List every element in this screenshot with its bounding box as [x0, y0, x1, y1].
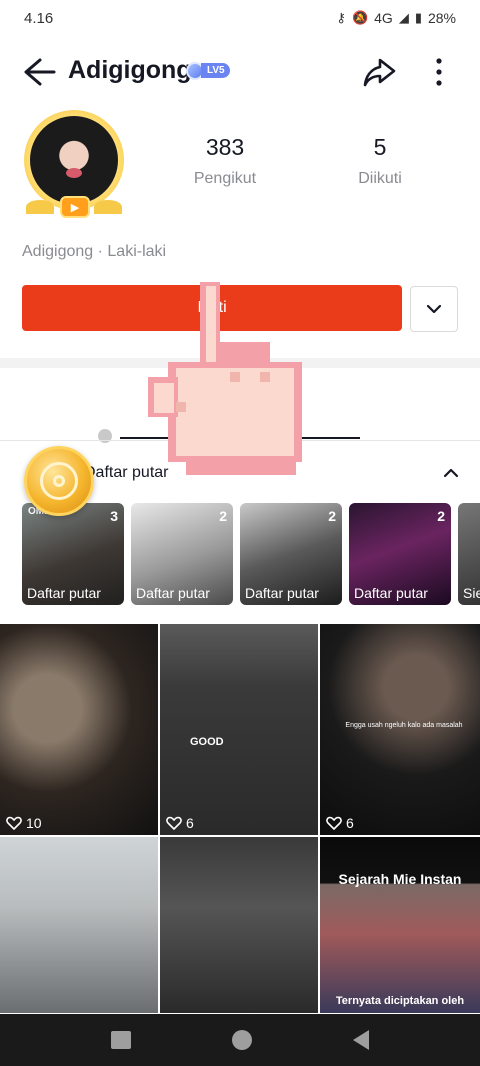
heart-icon	[166, 816, 182, 830]
username-title: Adigigong	[68, 56, 192, 84]
recent-apps-icon[interactable]	[110, 1031, 131, 1049]
heart-icon	[326, 816, 342, 830]
video-likes-count: 10	[26, 815, 42, 831]
followers-count: 383	[205, 134, 245, 160]
following-label: Diikuti	[358, 170, 402, 187]
section-divider	[0, 358, 480, 368]
playlist-card[interactable]: Sie	[458, 503, 480, 605]
status-bar: 4.16 ⚷ 🔕 4G ◢ ▮ 28%	[0, 0, 480, 36]
playlist-count: 2	[328, 508, 336, 524]
avatar-frame	[24, 110, 124, 210]
live-badge-icon: ▶	[60, 196, 90, 218]
video-overlay-subtitle: Ternyata diciptakan oleh	[335, 995, 465, 1007]
following-stat[interactable]: 5 Diikuti	[325, 134, 435, 188]
back-icon[interactable]	[353, 1030, 370, 1050]
share-icon[interactable]	[360, 52, 400, 92]
followers-label: Pengikut	[193, 170, 257, 187]
playlist-label: Daftar putar	[354, 585, 428, 601]
key-icon: ⚷	[336, 10, 346, 25]
video-tile[interactable]	[160, 837, 318, 1013]
video-overlay-text: Engga usah ngeluh kalo ada masalah	[345, 722, 463, 729]
active-tab-indicator	[120, 437, 360, 439]
back-arrow-icon[interactable]	[18, 52, 58, 92]
avatar-image	[30, 116, 118, 204]
playlist-card[interactable]: 2 Daftar putar	[349, 503, 451, 605]
playlist-label: Sie	[463, 585, 480, 601]
level-badge: LV5	[186, 61, 230, 80]
playlist-label: Daftar putar	[27, 585, 101, 601]
playlist-card[interactable]: 2 Daftar putar	[240, 503, 342, 605]
profile-header: Adigigong LV5	[0, 44, 480, 100]
chevron-down-icon	[426, 304, 442, 314]
avatar-wing-right	[94, 200, 122, 214]
video-tile[interactable]: 10	[0, 624, 158, 835]
profile-bio: Adigigong · Laki-laki	[22, 243, 167, 260]
follow-button[interactable]: Ikuti	[22, 285, 402, 331]
video-tile[interactable]	[0, 837, 158, 1013]
tab-divider	[0, 440, 480, 441]
playlist-title: Daftar putar	[84, 464, 169, 481]
home-icon[interactable]	[231, 1030, 252, 1050]
chevron-up-icon[interactable]	[440, 462, 462, 484]
video-likes-count: 6	[186, 815, 194, 831]
signal-icon: ◢	[398, 10, 409, 25]
status-time: 4.16	[24, 9, 54, 27]
playlist-label: Daftar putar	[136, 585, 210, 601]
playlist-count: 2	[437, 508, 445, 524]
playlist-card[interactable]: 2 Daftar putar	[131, 503, 233, 605]
avatar[interactable]: ▶	[20, 108, 128, 220]
level-label: LV5	[201, 63, 230, 78]
follow-button-label: Ikuti	[197, 299, 227, 316]
playlist-card[interactable]: OMEK 3 Daftar putar	[22, 503, 124, 605]
video-overlay-text: GOOD	[190, 736, 224, 748]
playlist-label: Daftar putar	[245, 585, 319, 601]
system-nav-bar	[0, 1014, 480, 1066]
status-icons: ⚷ 🔕 4G ◢ ▮ 28%	[336, 10, 456, 26]
playlist-count: 3	[110, 508, 118, 524]
followers-stat[interactable]: 383 Pengikut	[170, 134, 280, 188]
floating-coin-icon[interactable]	[24, 446, 94, 516]
video-grid: 10 GOOD 6 Engga usah ngeluh kalo ada mas…	[0, 624, 480, 1014]
battery-icon: ▮	[414, 10, 422, 25]
video-likes: 6	[166, 815, 194, 831]
battery-level: 28%	[427, 10, 456, 26]
suggestions-dropdown-button[interactable]	[410, 286, 458, 332]
mute-icon: 🔕	[351, 10, 369, 25]
video-overlay-title: Sejarah Mie Instan	[338, 871, 462, 887]
video-tile[interactable]: Engga usah ngeluh kalo ada masalah 6	[320, 624, 480, 835]
avatar-wing-left	[26, 200, 54, 214]
video-likes: 10	[6, 815, 42, 831]
playlist-row: OMEK 3 Daftar putar 2 Daftar putar 2 Daf…	[22, 503, 480, 605]
more-icon[interactable]	[424, 52, 454, 92]
network-label: 4G	[374, 10, 393, 26]
following-count: 5	[373, 134, 387, 160]
playlist-count: 2	[219, 508, 227, 524]
video-tile[interactable]: GOOD 6	[160, 624, 318, 835]
heart-icon	[6, 816, 22, 830]
video-likes-count: 6	[346, 815, 354, 831]
video-likes: 6	[326, 815, 354, 831]
video-tile[interactable]: Sejarah Mie Instan Ternyata diciptakan o…	[320, 837, 480, 1013]
